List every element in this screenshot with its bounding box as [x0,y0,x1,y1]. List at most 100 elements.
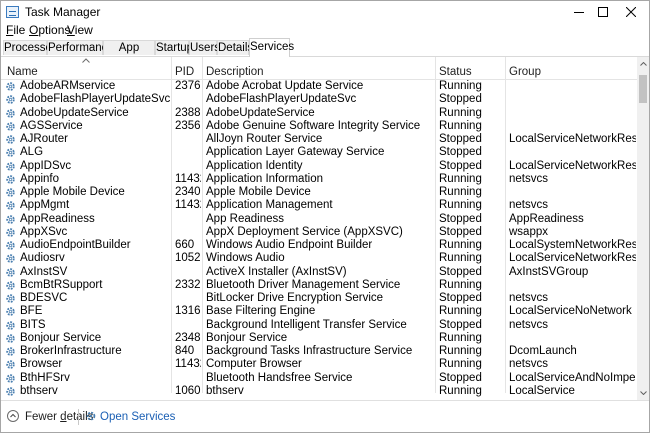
service-description: Adobe Genuine Software Integrity Service [206,119,421,132]
table-row[interactable]: AppReadiness App Readiness Stopped AppReadi… [1,213,637,226]
services-icon [86,411,96,421]
scroll-up-button[interactable] [637,57,649,71]
gear-icon [6,281,15,290]
service-group: LocalSystemNetworkRestricted [509,239,636,251]
title-bar[interactable]: Task Manager [1,1,649,23]
service-group: netsvcs [509,292,548,304]
service-pid: 2332 [175,278,201,291]
tab-details[interactable]: Details [217,40,253,55]
service-description: AdobeUpdateService [206,106,315,119]
service-name: AxInstSV [20,265,68,278]
service-name: AppXSvc [20,225,68,238]
service-name: AGSService [20,119,83,132]
gear-icon [6,175,15,184]
maximize-icon [598,7,608,17]
table-row[interactable]: BcmBtRSupport 2332 Bluetooth Driver Manage… [1,279,637,292]
service-name: BDESVC [20,292,68,304]
table-row[interactable]: AdobeUpdateService 2388 AdobeUpdateService… [1,107,637,120]
table-row[interactable]: AxInstSV ActiveX Installer (AxInstSV) Stop… [1,266,637,279]
service-name: BITS [20,318,46,331]
gear-icon [6,387,15,396]
tab-performance[interactable]: Performance [47,40,114,55]
scrollbar-thumb[interactable] [639,75,647,103]
service-description: Bluetooth Driver Management Service [206,278,401,291]
gear-icon [6,161,15,171]
tab-users[interactable]: Users [189,40,220,55]
service-status: Stopped [439,292,482,304]
service-description: ActiveX Installer (AxInstSV) [206,265,347,278]
table-row[interactable]: bthserv 1060 bthserv Running LocalService [1,385,637,398]
table-row[interactable]: Apple Mobile Device 2340 Apple Mobile Devi… [1,186,637,199]
service-pid: 11432 [175,358,201,371]
service-description: AllJoyn Router Service [206,133,323,145]
column-header-pid[interactable]: PID [171,57,201,79]
table-row[interactable]: AGSService 2356 Adobe Genuine Software Int… [1,120,637,133]
table-row[interactable]: BDESVC BitLocker Drive Encryption Service… [1,292,637,305]
vertical-scrollbar[interactable] [637,57,649,400]
table-row[interactable]: AudioEndpointBuilder 660 Windows Audio End… [1,239,637,252]
service-name: AJRouter [20,133,68,145]
table-row[interactable]: AppXSvc AppX Deployment Service (AppXSVC)… [1,226,637,239]
table-row[interactable]: BFE 1316 Base Filtering Engine Running Local… [1,305,637,318]
window-title: Task Manager [25,5,101,19]
table-row[interactable]: Bonjour Service 2348 Bonjour Service Runnin… [1,332,637,345]
table-row[interactable]: BrokerInfrastructure 840 Background Tasks … [1,345,637,358]
service-description: Application Identity [206,159,303,172]
table-row[interactable]: ALG Application Layer Gateway Service Stop… [1,146,637,159]
table-row[interactable]: AppIDSvc Application Identity Stopped Local… [1,160,637,173]
service-description: Application Layer Gateway Service [206,146,385,159]
service-name: AppMgmt [20,199,70,212]
menu-options[interactable]: Options [29,23,70,37]
service-status: Stopped [439,265,482,278]
table-row[interactable]: AdobeFlashPlayerUpdateSvc AdobeFlashPlaye… [1,93,637,106]
service-status: Running [439,358,482,371]
service-group: netsvcs [509,199,548,212]
gear-icon [6,201,15,210]
service-status: Running [439,278,482,291]
service-status: Running [439,239,482,251]
tab-app-history[interactable]: App history [103,40,155,69]
service-description: Adobe Acrobat Update Service [206,80,364,92]
open-services-link[interactable]: Open Services [100,411,175,423]
tab-startup[interactable]: Startup [155,40,193,55]
table-row[interactable]: Browser 11432 Computer Browser Running netsv… [1,358,637,371]
service-status: Stopped [439,93,482,106]
menu-view[interactable]: View [67,23,93,37]
scroll-down-button[interactable] [637,386,649,400]
column-header-group[interactable]: Group [505,57,637,79]
chevron-up-circle-icon[interactable] [7,410,19,422]
service-description: bthserv [206,384,244,397]
tab-services[interactable]: Services [249,38,294,57]
gear-icon [6,267,15,277]
chevron-up-icon [10,413,16,418]
service-status: Stopped [439,371,482,384]
table-row[interactable]: Appinfo 11432 Application Information Runni… [1,173,637,186]
tab-processes[interactable]: Processes [3,40,58,55]
service-status: Running [439,172,482,185]
service-name: BthHFSrv [20,371,70,384]
table-row[interactable]: BthHFSrv Bluetooth Handsfree Service Stopp… [1,372,637,385]
service-description: Windows Audio [206,252,285,265]
menu-file[interactable]: File [6,23,25,37]
service-status: Stopped [439,225,482,238]
close-button[interactable] [608,1,649,23]
service-group: LocalServiceNetworkRestricted [509,159,636,172]
column-header-status[interactable]: Status [435,57,505,79]
table-row[interactable]: Audiosrv 1052 Windows Audio Running LocalSer… [1,252,637,265]
service-description: Bonjour Service [206,331,288,344]
service-group: netsvcs [509,318,548,331]
table-row[interactable]: AdobeARMservice 2376 Adobe Acrobat Update … [1,80,637,93]
gear-icon [6,241,15,250]
service-name: Bonjour Service [20,331,102,344]
column-header-description[interactable]: Description [202,57,435,79]
table-row[interactable]: AJRouter AllJoyn Router Service Stopped Loc… [1,133,637,146]
gear-icon [6,360,15,369]
service-name: Audiosrv [20,252,65,265]
table-row[interactable]: BITS Background Intelligent Transfer Serv… [1,319,637,332]
service-pid: 2348 [175,331,201,344]
service-pid: 1316 [175,305,201,318]
fewer-details-link[interactable]: Fewer details [25,411,93,423]
service-pid: 2388 [175,106,201,119]
table-row[interactable]: AppMgmt 11432 Application Management Runnin… [1,199,637,212]
service-status: Stopped [439,159,482,172]
